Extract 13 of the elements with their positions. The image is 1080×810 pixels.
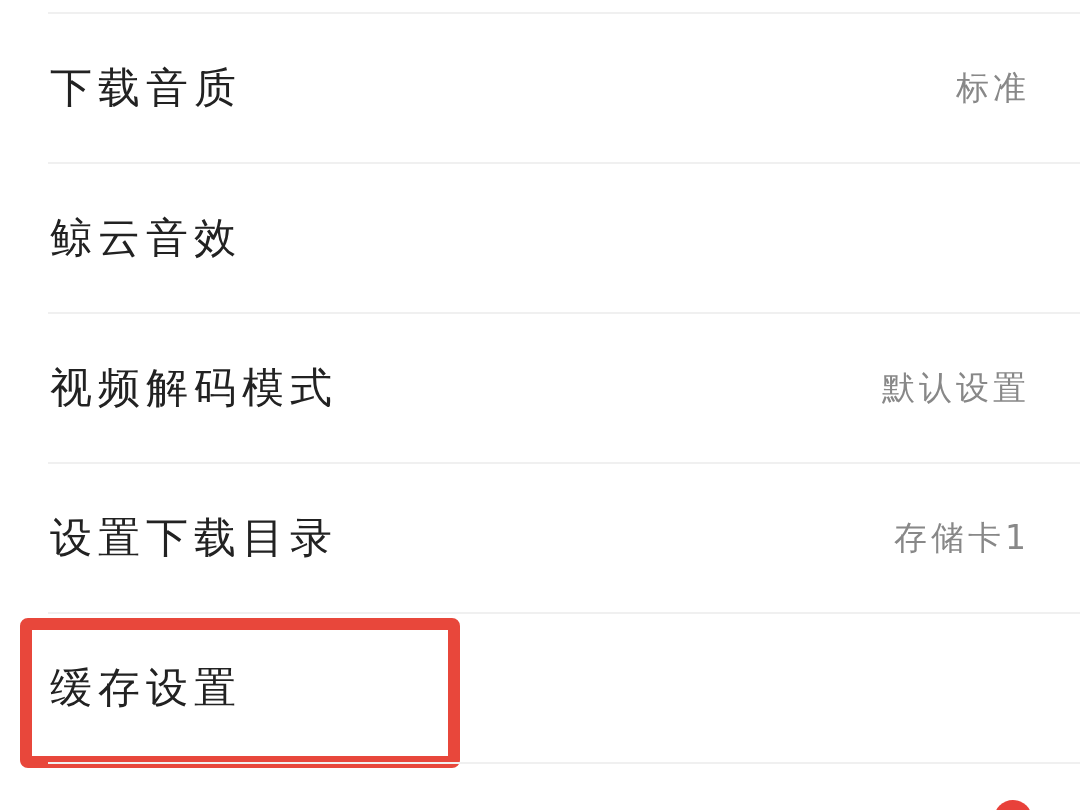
setting-value: 默认设置 — [882, 366, 1030, 409]
settings-row[interactable]: 设置下载目录 存储卡1 — [48, 464, 1080, 612]
setting-label: 设置下载目录 — [49, 512, 338, 564]
settings-row[interactable]: 下载音质 标准 — [48, 14, 1080, 162]
settings-row[interactable]: 鲸云音效 — [48, 164, 1080, 312]
settings-row[interactable]: 缓存设置 — [48, 614, 1080, 762]
setting-value: 存储卡1 — [894, 516, 1030, 559]
setting-label: 视频解码模式 — [49, 362, 338, 414]
setting-label: 下载音质 — [49, 62, 242, 114]
settings-row[interactable]: 视频解码模式 默认设置 — [48, 314, 1080, 462]
setting-value: 标准 — [956, 66, 1030, 109]
setting-label: 鲸云音效 — [49, 212, 242, 264]
setting-label: 缓存设置 — [49, 662, 242, 714]
